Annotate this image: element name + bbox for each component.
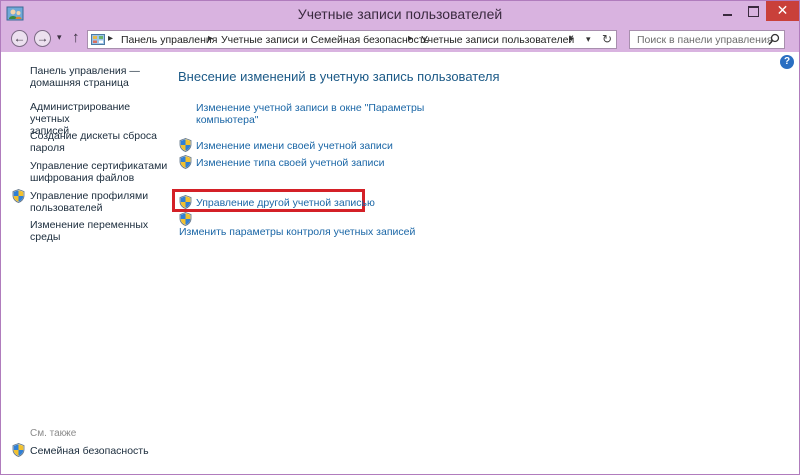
help-icon[interactable]: ?: [780, 55, 794, 69]
content-area: ? Панель управления — домашняя страница …: [1, 52, 799, 474]
up-button[interactable]: ↑: [72, 29, 80, 46]
address-bar[interactable]: ▸ Панель управления ▸ Учетные записи и С…: [87, 30, 617, 49]
change-account-type-link[interactable]: Изменение типа своей учетной записи: [196, 157, 385, 169]
uac-shield-icon: [179, 155, 192, 169]
uac-shield-icon: [12, 443, 25, 457]
sidebar-item-label: Изменение переменных: [30, 219, 149, 231]
link-label: Изменение учетной записи в окне "Парамет…: [196, 102, 425, 114]
forward-button[interactable]: →: [34, 30, 51, 47]
sidebar-item-environment-variables[interactable]: Изменение переменных среды: [30, 219, 170, 243]
breadcrumb-accounts-family-safety[interactable]: Учетные записи и Семейная безопасность: [221, 34, 429, 46]
uac-shield-icon: [179, 212, 192, 226]
breadcrumb-separator[interactable]: ▸: [108, 33, 113, 44]
search-input[interactable]: Поиск в панели управления: [637, 34, 773, 46]
control-panel-icon: [91, 34, 105, 45]
breadcrumb-control-panel[interactable]: Панель управления: [121, 34, 217, 46]
recent-locations-button[interactable]: ▾: [57, 32, 62, 43]
manage-another-account-link[interactable]: Управление другой учетной записью: [196, 197, 375, 209]
title-bar[interactable]: Учетные записи пользователей ✕: [1, 1, 799, 28]
sidebar-item-label: Управление профилями: [30, 190, 149, 202]
sidebar-item-label: Панель управления —: [30, 65, 140, 77]
breadcrumb-user-accounts[interactable]: Учетные записи пользователей: [421, 34, 574, 46]
breadcrumb-separator[interactable]: ▸: [208, 33, 213, 44]
maximize-button[interactable]: [740, 1, 767, 21]
back-button[interactable]: ←: [11, 30, 28, 47]
window-title: Учетные записи пользователей: [297, 6, 503, 22]
minimize-button[interactable]: [714, 1, 741, 21]
search-icon[interactable]: [768, 33, 780, 46]
sidebar-item-label: Управление сертификатами: [30, 160, 168, 172]
change-account-pc-settings-link[interactable]: Изменение учетной записи в окне "Парамет…: [196, 102, 424, 126]
uac-shield-icon: [179, 138, 192, 152]
sidebar-item-password-reset-disk[interactable]: Создание дискеты сброса пароля: [30, 130, 170, 154]
breadcrumb-separator[interactable]: ▸: [408, 33, 413, 44]
navigation-bar: ← → ▾ ↑ ▸ Панель управления ▸ Учетные за…: [1, 28, 799, 52]
sidebar-item-family-safety[interactable]: Семейная безопасность: [30, 445, 170, 457]
sidebar-item-label: домашняя страница: [30, 77, 129, 89]
close-icon: ✕: [776, 2, 789, 18]
search-box[interactable]: Поиск в панели управления: [629, 30, 785, 49]
see-also-heading: См. также: [30, 428, 77, 439]
address-dropdown-icon[interactable]: ▾: [586, 34, 591, 45]
change-account-name-link[interactable]: Изменение имени своей учетной записи: [196, 140, 393, 152]
window: Учетные записи пользователей ✕ ← → ▾ ↑ ▸…: [0, 0, 800, 475]
refresh-icon[interactable]: ↻: [602, 32, 612, 46]
sidebar-item-encryption-certificates[interactable]: Управление сертификатами шифрования файл…: [30, 160, 170, 184]
uac-shield-icon: [179, 195, 192, 209]
uac-settings-link[interactable]: Изменить параметры контроля учетных запи…: [179, 226, 415, 238]
sidebar-item-label: среды: [30, 231, 61, 243]
close-button[interactable]: ✕: [766, 1, 799, 21]
sidebar-item-label: пароля: [30, 142, 65, 154]
sidebar-item-control-panel-home[interactable]: Панель управления — домашняя страница: [30, 65, 170, 89]
sidebar-item-label: пользователей: [30, 202, 103, 214]
sidebar-item-user-profiles[interactable]: Управление профилями пользователей: [30, 190, 170, 214]
link-label: компьютера": [196, 114, 259, 126]
sidebar-item-label: Администрирование учетных: [30, 101, 131, 125]
page-title: Внесение изменений в учетную запись поль…: [178, 69, 500, 84]
breadcrumb-separator[interactable]: ▸: [569, 33, 574, 44]
sidebar-item-label: Создание дискеты сброса: [30, 130, 158, 142]
sidebar-item-label: шифрования файлов: [30, 172, 135, 184]
uac-shield-icon: [12, 189, 25, 203]
